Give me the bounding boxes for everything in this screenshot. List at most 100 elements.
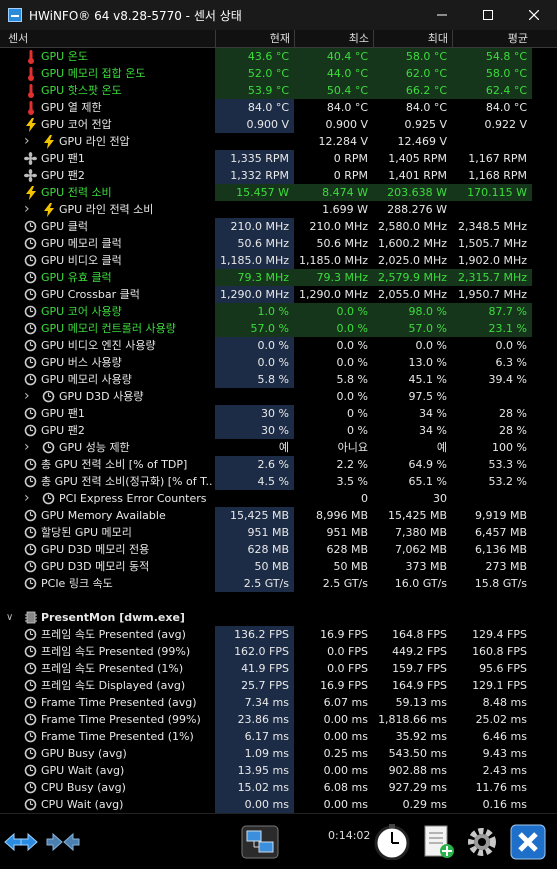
sensor-row[interactable]: CPU Wait (avg) 0.00 ms 0.00 ms 0.29 ms 0.16 … xyxy=(0,796,533,813)
sensor-row[interactable]: Frame Time Presented (avg) 7.34 ms 6.07 ms… xyxy=(0,694,533,711)
sensor-row[interactable]: GPU 코어 사용량 1.0 % 0.0 % 98.0 % 87.7 % xyxy=(0,303,533,320)
sensor-row[interactable]: GPU 버스 사용량 0.0 % 0.0 % 13.0 % 6.3 % xyxy=(0,354,533,371)
sensor-row[interactable]: 프레임 속도 Displayed (avg) 25.7 FPS 16.9 FPS 16… xyxy=(0,677,533,694)
sensor-row[interactable]: › PCI Express Error Counters 0 30 xyxy=(0,490,533,507)
maximize-button[interactable] xyxy=(465,0,511,30)
clock-icon xyxy=(42,492,55,505)
value-avg: 0.16 ms xyxy=(482,798,527,811)
sensor-row[interactable]: 총 GPU 전력 소비 [% of TDP] 2.6 % 2.2 % 64.9 % 53… xyxy=(0,456,533,473)
sensor-row[interactable]: Frame Time Presented (99%) 23.86 ms 0.00 m… xyxy=(0,711,533,728)
value-min: 0.900 V xyxy=(325,118,368,131)
sensor-row[interactable]: GPU 전력 소비 15.457 W 8.474 W 203.638 W 170.115… xyxy=(0,184,533,201)
value-avg: 2,315.7 MHz xyxy=(452,269,532,286)
sensor-label: 프레임 속도 Presented (99%) xyxy=(41,645,191,658)
sensor-row[interactable]: GPU 핫스팟 온도 53.9 °C 50.4 °C 66.2 °C 62.4 °C xyxy=(0,82,533,99)
sensor-row[interactable]: GPU 온도 43.6 °C 40.4 °C 58.0 °C 54.8 °C xyxy=(0,48,533,65)
network-monitor-icon[interactable] xyxy=(240,824,280,860)
value-avg xyxy=(452,490,532,507)
collapse-chevron-icon[interactable]: ∨ xyxy=(6,609,13,626)
sensor-row[interactable]: 프레임 속도 Presented (99%) 162.0 FPS 0.0 FPS 44… xyxy=(0,643,533,660)
column-header-sensor[interactable]: 센서 xyxy=(0,30,215,47)
clock-icon xyxy=(42,390,55,403)
sensor-row[interactable]: GPU 메모리 사용량 5.8 % 5.8 % 45.1 % 39.4 % xyxy=(0,371,533,388)
column-header-current[interactable]: 현재 xyxy=(215,30,294,47)
value-max: 2,025.0 MHz xyxy=(377,254,447,267)
sensor-row[interactable]: GPU 메모리 접합 온도 52.0 °C 44.0 °C 62.0 °C 58.0 °… xyxy=(0,65,533,82)
sensor-row[interactable]: GPU D3D 메모리 전용 628 MB 628 MB 7,062 MB 6,136 … xyxy=(0,541,533,558)
sensor-row[interactable]: GPU 팬2 1,332 RPM 0 RPM 1,401 RPM 1,168 RPM xyxy=(0,167,533,184)
sensor-label: 총 GPU 전력 소비(정규화) [% of T... xyxy=(41,475,213,488)
sensor-label: GPU 코어 사용량 xyxy=(41,305,122,318)
column-header-min[interactable]: 최소 xyxy=(294,30,373,47)
log-report-icon[interactable] xyxy=(418,824,458,860)
column-header-avg[interactable]: 평균 xyxy=(452,30,532,47)
sensor-label: GPU 핫스팟 온도 xyxy=(41,84,122,97)
sensor-row[interactable]: GPU 팬1 1,335 RPM 0 RPM 1,405 RPM 1,167 RPM xyxy=(0,150,533,167)
expand-chevron-icon[interactable]: › xyxy=(24,388,30,405)
value-max: 902.88 ms xyxy=(388,764,447,777)
close-window-button[interactable] xyxy=(511,0,557,30)
sensor-row[interactable]: GPU 코어 전압 0.900 V 0.900 V 0.925 V 0.922 V xyxy=(0,116,533,133)
sensor-row[interactable]: GPU 팬1 30 % 0 % 34 % 28 % xyxy=(0,405,533,422)
expand-chevron-icon[interactable]: › xyxy=(24,133,30,150)
value-avg xyxy=(452,388,532,405)
sensor-row[interactable]: GPU 팬2 30 % 0 % 34 % 28 % xyxy=(0,422,533,439)
value-current: 79.3 MHz xyxy=(215,269,294,286)
sensor-row[interactable]: › GPU 라인 전력 소비 1.699 W 288.276 W xyxy=(0,201,533,218)
close-icon[interactable] xyxy=(508,824,548,860)
collapse-arrows-icon[interactable] xyxy=(44,824,82,860)
sensor-row[interactable]: › GPU 라인 전압 12.284 V 12.469 V xyxy=(0,133,533,150)
sensor-row[interactable]: GPU D3D 메모리 동적 50 MB 50 MB 373 MB 273 MB xyxy=(0,558,533,575)
expand-chevron-icon[interactable]: › xyxy=(24,490,30,507)
stopwatch-icon[interactable] xyxy=(372,824,412,860)
sensor-label: GPU Busy (avg) xyxy=(41,747,127,760)
settings-gear-icon[interactable] xyxy=(462,824,502,860)
sensor-row[interactable]: 프레임 속도 Presented (1%) 41.9 FPS 0.0 FPS 159.… xyxy=(0,660,533,677)
sensor-row[interactable]: › GPU D3D 사용량 0.0 % 97.5 % xyxy=(0,388,533,405)
clock-icon xyxy=(24,339,37,352)
sensor-row[interactable]: GPU Memory Available 15,425 MB 8,996 MB 15,… xyxy=(0,507,533,524)
value-avg: 6.46 ms xyxy=(482,730,527,743)
sensor-row[interactable]: GPU 비디오 클럭 1,185.0 MHz 1,185.0 MHz 2,025.0 … xyxy=(0,252,533,269)
value-max: 164.9 FPS xyxy=(392,679,447,692)
sensor-row[interactable]: GPU Crossbar 클럭 1,290.0 MHz 1,290.0 MHz 2,0… xyxy=(0,286,533,303)
value-avg: 54.8 °C xyxy=(452,48,532,65)
sensor-row[interactable]: GPU 클럭 210.0 MHz 210.0 MHz 2,580.0 MHz 2,348… xyxy=(0,218,533,235)
nav-arrows-icon[interactable] xyxy=(2,824,40,860)
sensor-row[interactable]: GPU 유효 클럭 79.3 MHz 79.3 MHz 2,579.9 MHz 2,31… xyxy=(0,269,533,286)
value-min: 3.5 % xyxy=(336,475,368,488)
value-min: 0 RPM xyxy=(333,152,368,165)
sensor-label: GPU 메모리 클럭 xyxy=(41,237,122,250)
value-min: 8,996 MB xyxy=(315,509,368,522)
sensor-row[interactable]: GPU Wait (avg) 13.95 ms 0.00 ms 902.88 ms 2.… xyxy=(0,762,533,779)
minimize-button[interactable] xyxy=(419,0,465,30)
sensor-label: GPU 온도 xyxy=(41,50,88,63)
column-header-max[interactable]: 최대 xyxy=(373,30,452,47)
fan-icon xyxy=(24,169,37,182)
expand-chevron-icon[interactable]: › xyxy=(24,439,30,456)
sensor-row[interactable]: ∨ PresentMon [dwm.exe] xyxy=(0,609,533,626)
value-max: 7,062 MB xyxy=(394,543,447,556)
sensor-row[interactable]: PCIe 링크 속도 2.5 GT/s 2.5 GT/s 16.0 GT/s 15.8 … xyxy=(0,575,533,592)
sensor-label: GPU 팬1 xyxy=(41,407,85,420)
sensor-row[interactable]: GPU 비디오 엔진 사용량 0.0 % 0.0 % 0.0 % 0.0 % xyxy=(0,337,533,354)
sensor-row[interactable] xyxy=(0,592,533,609)
sensor-row[interactable]: › GPU 성능 제한 예 아니요 예 100 % xyxy=(0,439,533,456)
sensor-label: GPU 버스 사용량 xyxy=(41,356,122,369)
value-current xyxy=(215,490,294,507)
sensor-row[interactable]: GPU 메모리 클럭 50.6 MHz 50.6 MHz 1,600.2 MHz 1,5… xyxy=(0,235,533,252)
sensor-row[interactable]: GPU 열 제한 84.0 °C 84.0 °C 84.0 °C 84.0 °C xyxy=(0,99,533,116)
vertical-scrollbar[interactable] xyxy=(533,48,557,813)
value-max: 0.925 V xyxy=(404,118,447,131)
clock-icon xyxy=(24,322,37,335)
expand-chevron-icon[interactable]: › xyxy=(24,201,30,218)
sensor-row[interactable]: CPU Busy (avg) 15.02 ms 6.08 ms 927.29 ms 11… xyxy=(0,779,533,796)
sensor-row[interactable]: Frame Time Presented (1%) 6.17 ms 0.00 ms 3… xyxy=(0,728,533,745)
sensor-row[interactable]: GPU 메모리 컨트롤러 사용량 57.0 % 0.0 % 57.0 % 23.1 % xyxy=(0,320,533,337)
sensor-row[interactable]: 할당된 GPU 메모리 951 MB 951 MB 7,380 MB 6,457 MB xyxy=(0,524,533,541)
sensor-row[interactable]: GPU Busy (avg) 1.09 ms 0.25 ms 543.50 ms 9.4… xyxy=(0,745,533,762)
sensor-row[interactable]: 총 GPU 전력 소비(정규화) [% of T... 4.5 % 3.5 % 65.… xyxy=(0,473,533,490)
value-current: 628 MB xyxy=(215,541,294,558)
sensor-row[interactable]: 프레임 속도 Presented (avg) 136.2 FPS 16.9 FPS 1… xyxy=(0,626,533,643)
thermometer-icon xyxy=(24,66,37,81)
